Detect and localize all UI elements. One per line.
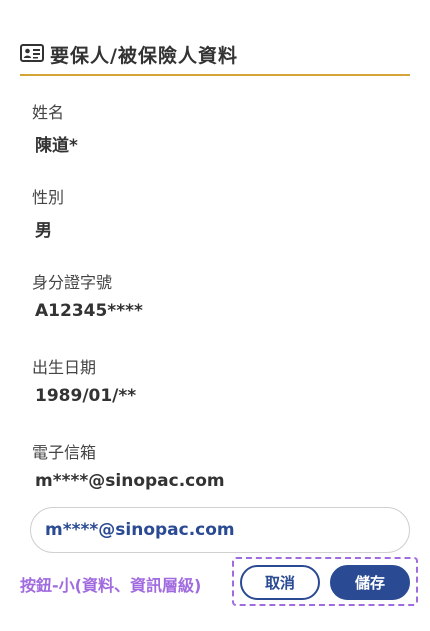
birth-date-label: 出生日期 (32, 358, 97, 377)
save-button[interactable]: 儲存 (330, 565, 410, 600)
annotation-note: 按鈕-小(資料、資訊層級) (20, 576, 202, 595)
birth-date-value: 1989/01/** (35, 386, 137, 406)
header-divider (20, 74, 410, 76)
insured-info-card: 要保人/被保險人資料 姓名 陳道* 性別 男 身分證字號 A12345**** … (0, 0, 430, 631)
email-value: m****@sinopac.com (35, 471, 225, 491)
gender-label: 性別 (32, 188, 65, 207)
gender-value: 男 (35, 221, 52, 241)
email-input[interactable]: m****@sinopac.com (30, 507, 410, 553)
cancel-button[interactable]: 取消 (240, 565, 320, 600)
name-label: 姓名 (32, 103, 65, 122)
name-value: 陳道* (35, 136, 78, 156)
id-number-value: A12345**** (35, 301, 143, 321)
section-title: 要保人/被保險人資料 (50, 44, 238, 67)
section-header: 要保人/被保險人資料 (20, 32, 410, 76)
id-number-label: 身分證字號 (32, 273, 113, 292)
id-card-icon (20, 44, 46, 64)
email-label: 電子信箱 (32, 443, 97, 462)
